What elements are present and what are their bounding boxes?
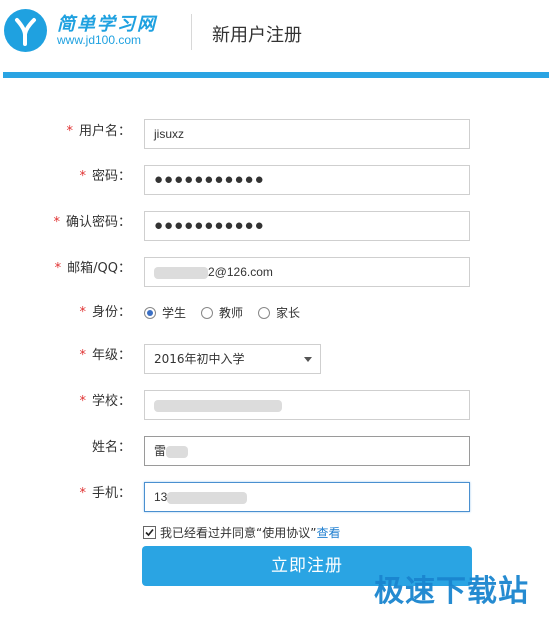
phone-label: * 手机： — [79, 486, 131, 501]
radio-parent[interactable]: 家长 — [258, 303, 300, 323]
header: 简单学习网 www.jd100.com 新用户注册 — [0, 0, 550, 70]
phone-input[interactable]: 13 — [144, 482, 470, 512]
header-accent-bar — [3, 72, 549, 78]
radio-circle — [201, 307, 213, 319]
confirm-password-label: * 确认密码： — [53, 215, 131, 230]
username-input[interactable]: jisuxz — [144, 119, 470, 149]
school-input[interactable] — [144, 390, 470, 420]
check-icon — [145, 528, 154, 537]
identity-label: * 身份： — [79, 305, 131, 320]
header-divider — [191, 14, 192, 50]
radio-circle — [144, 307, 156, 319]
radio-circle — [258, 307, 270, 319]
logo-icon — [4, 9, 47, 52]
password-label: * 密码： — [79, 169, 131, 184]
confirm-password-input[interactable]: ●●●●●●●●●●● — [144, 211, 470, 241]
page-title: 新用户注册 — [212, 25, 302, 46]
grade-label: * 年级： — [79, 348, 131, 363]
chevron-down-icon — [304, 357, 312, 362]
name-input[interactable]: 雷 — [144, 436, 470, 466]
blurred-text — [167, 491, 248, 504]
email-input[interactable]: 2@126.com — [144, 257, 470, 287]
agreement-view-link[interactable]: 查看 — [316, 526, 340, 540]
username-label: * 用户名： — [66, 124, 131, 139]
blurred-text — [166, 445, 189, 458]
agreement-row: 我已经看过并同意“使用协议”查看 — [143, 525, 340, 541]
logo-url: www.jd100.com — [57, 33, 142, 47]
radio-teacher[interactable]: 教师 — [201, 303, 243, 323]
watermark: 极速下载站 — [374, 574, 529, 609]
agreement-text: 我已经看过并同意“使用协议” — [160, 526, 317, 540]
blurred-text — [154, 266, 208, 279]
agreement-checkbox[interactable] — [143, 526, 156, 539]
blurred-text — [154, 399, 282, 412]
email-label: * 邮箱/QQ： — [54, 261, 131, 276]
password-input[interactable]: ●●●●●●●●●●● — [144, 165, 470, 195]
grade-select[interactable]: 2016年初中入学 — [144, 344, 321, 374]
school-label: * 学校： — [79, 394, 131, 409]
name-label: 姓名： — [91, 440, 131, 455]
radio-student[interactable]: 学生 — [144, 303, 186, 323]
